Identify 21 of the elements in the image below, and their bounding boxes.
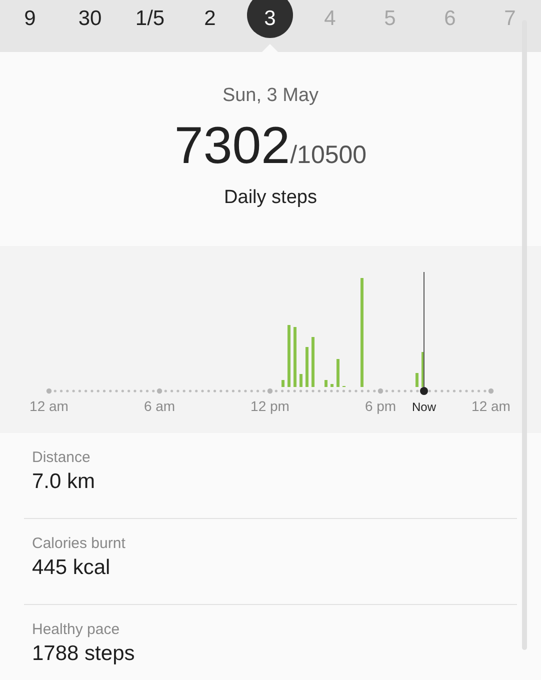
stat-value: 1788 steps [32, 641, 136, 666]
time-axis-label: 6 am [144, 398, 176, 414]
date-label: Sun, 3 May [222, 84, 319, 108]
now-label: Now [412, 400, 436, 414]
stat-value: 7.0 km [32, 469, 96, 494]
date-tab[interactable]: 30 [67, 0, 113, 38]
daily-steps-caption: Daily steps [224, 186, 317, 210]
date-tab[interactable]: 9 [7, 0, 53, 38]
stat-label: Calories burnt [32, 535, 126, 553]
stat-label: Distance [32, 449, 92, 467]
date-tab[interactable]: 1/5 [127, 0, 173, 38]
time-axis-label: 6 pm [364, 398, 396, 414]
date-tab[interactable]: 2 [187, 0, 233, 38]
stat-value: 445 kcal [32, 555, 112, 580]
time-axis-label: 12 am [30, 398, 68, 414]
step-goal: /10500 [290, 140, 367, 170]
step-count: 7302 [174, 118, 290, 174]
time-axis-label: 12 pm [250, 398, 290, 414]
stat-label: Healthy pace [32, 621, 121, 639]
selected-date-tab[interactable]: 3 [247, 0, 293, 38]
time-axis-label: 12 am [472, 398, 510, 414]
